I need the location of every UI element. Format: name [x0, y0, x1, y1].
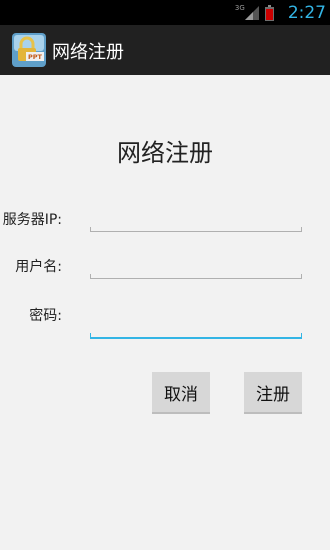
app-title: 网络注册: [52, 42, 124, 63]
battery-icon: [264, 4, 274, 21]
password-label: 密码:: [29, 308, 62, 324]
app-lock-icon[interactable]: PPT: [12, 33, 46, 67]
server-ip-label: 服务器IP:: [2, 212, 62, 228]
registration-form: 网络注册 服务器IP: 用户名: 密码: 取消 注册: [0, 75, 330, 550]
signal-icon: [244, 5, 259, 20]
password-input[interactable]: [90, 310, 302, 332]
page-title: 网络注册: [117, 139, 213, 167]
username-input[interactable]: [90, 255, 302, 277]
cancel-button[interactable]: 取消: [152, 372, 210, 414]
username-underline: [90, 274, 302, 279]
action-bar: PPT 网络注册: [0, 25, 330, 75]
app-icon-text: PPT: [28, 53, 43, 61]
status-bar: 3G 2:27: [0, 0, 330, 25]
network-type-label: 3G: [234, 3, 245, 12]
server-ip-input[interactable]: [90, 208, 302, 230]
server-ip-underline: [90, 227, 302, 232]
password-underline: [90, 333, 302, 339]
username-label: 用户名:: [15, 259, 62, 275]
clock: 2:27: [287, 2, 326, 23]
register-button[interactable]: 注册: [244, 372, 302, 414]
status-indicators: 3G 2:27: [235, 0, 326, 25]
